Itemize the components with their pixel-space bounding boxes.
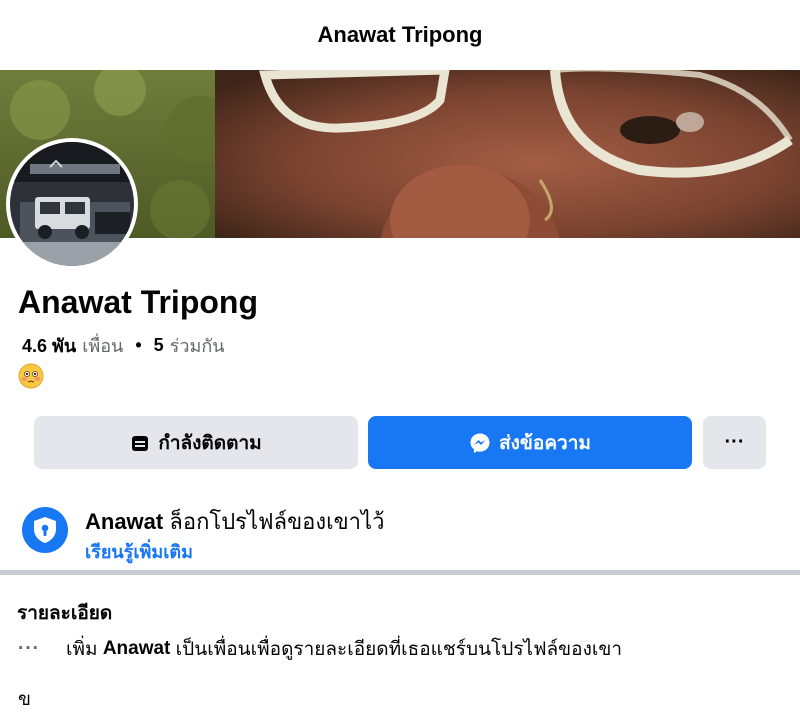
person-check-icon [130,433,150,453]
friends-label: เพื่อน [82,336,124,356]
mutual-label: ร่วมกัน [169,336,225,356]
section-divider [0,570,800,575]
more-dots-icon: ··· [18,638,40,659]
following-label: กำลังติดตาม [158,432,262,454]
details-row-partial: ข [18,689,31,710]
shield-lock-icon [22,507,68,553]
locked-profile-notice: Anawat ล็อกโปรไฟล์ของเขาไว้ เรียนรู้เพิ่… [22,500,782,562]
avatar[interactable] [10,142,134,266]
page-title: Anawat Tripong [317,22,483,47]
messenger-icon [469,432,491,454]
more-options-label: ··· [724,431,745,453]
top-bar: Anawat Tripong [0,0,800,70]
details-row-prefix: เพิ่ม [65,639,98,660]
details-row: ··· เพิ่ม Anawat เป็นเพื่อนเพื่อดูรายละเ… [18,634,622,664]
more-options-button[interactable]: ··· [703,416,766,469]
details-row-name: Anawat [102,638,171,659]
message-label: ส่งข้อความ [499,432,591,454]
profile-name: Anawat Tripong [18,284,258,320]
lock-notice-text: Anawat ล็อกโปรไฟล์ของเขาไว้ [85,504,384,539]
lock-notice-name: Anawat [85,509,164,534]
message-button[interactable]: ส่งข้อความ [368,416,692,469]
learn-more-link[interactable]: เรียนรู้เพิ่มเติม [85,537,193,566]
details-section-title: รายละเอียด [17,603,113,624]
separator-dot: • [135,335,142,355]
lock-notice-message: ล็อกโปรไฟล์ของเขาไว้ [169,509,385,534]
flushed-face-emoji-icon [18,363,44,389]
friends-count: 4.6 พัน [22,336,77,356]
details-row-text: เป็นเพื่อนเพื่อดูรายละเอียดที่เธอแชร์บนโ… [175,639,623,660]
following-button[interactable]: กำลังติดตาม [34,416,358,469]
mutual-count: 5 [153,335,164,355]
friend-stats[interactable]: 4.6 พัน เพื่อน • 5 ร่วมกัน [22,331,225,360]
